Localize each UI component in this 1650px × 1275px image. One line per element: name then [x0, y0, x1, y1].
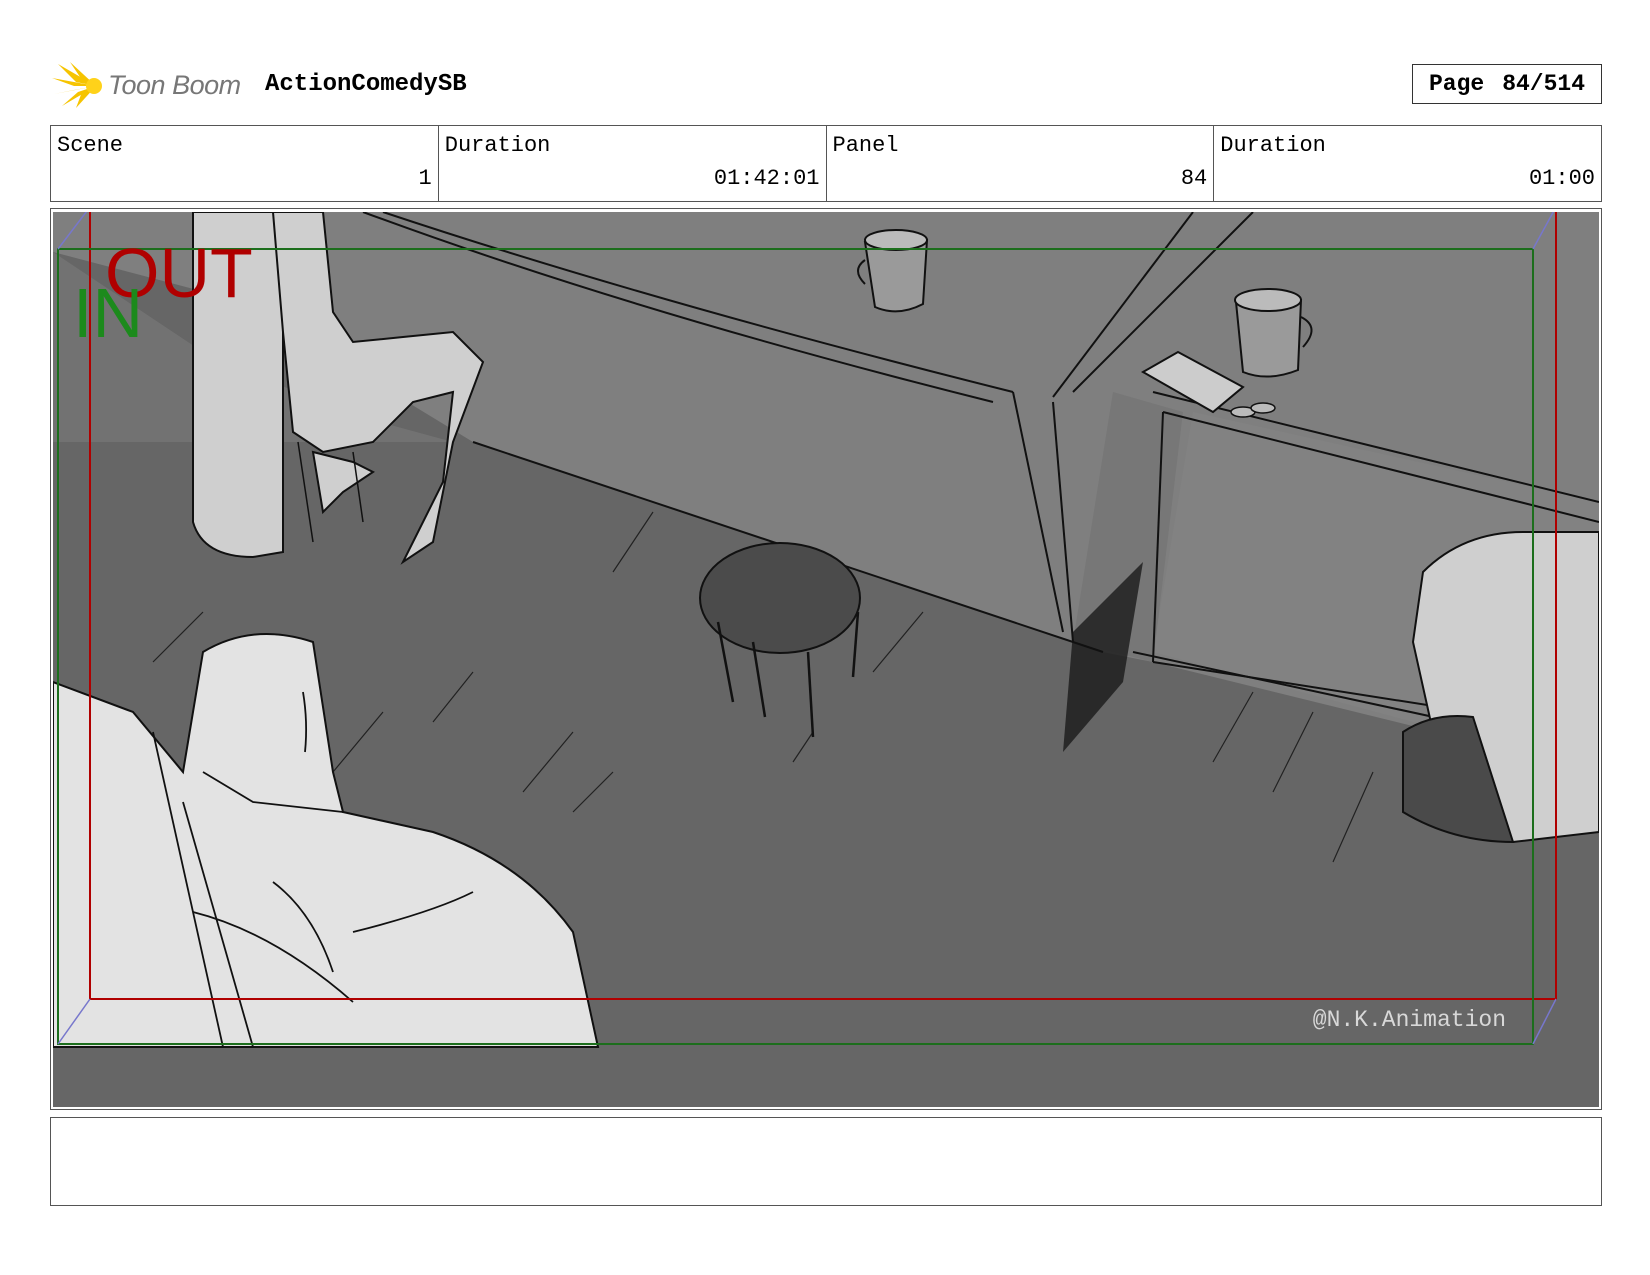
project-title: ActionComedySB — [265, 71, 467, 98]
storyboard-panel-image: OUT IN @N.K.Animation — [53, 212, 1599, 1107]
in-label: IN — [73, 274, 143, 352]
logo-text: Toon Boom — [108, 70, 241, 100]
panel-label: Panel — [832, 133, 899, 158]
scene-duration-label: Duration — [444, 133, 551, 158]
scene-duration-value: 01:42:01 — [713, 166, 820, 191]
panel-duration-cell: Duration 01:00 — [1214, 126, 1601, 201]
scene-label: Scene — [57, 133, 124, 158]
toon-boom-logo: Toon Boom — [50, 60, 250, 110]
page-label: Page — [1428, 71, 1485, 97]
scene-cell: Scene 1 — [51, 126, 439, 201]
watermark-text: @N.K.Animation — [1313, 1007, 1506, 1033]
scene-duration-cell: Duration 01:42:01 — [439, 126, 827, 201]
panel-info-table: Scene 1 Duration 01:42:01 Panel 84 Durat… — [50, 125, 1602, 202]
panel-duration-label: Duration — [1220, 133, 1326, 158]
panel-notes-box — [50, 1117, 1602, 1206]
panel-duration-value: 01:00 — [1528, 166, 1595, 191]
page-indicator: Page 84/514 — [1412, 64, 1602, 104]
scene-value: 1 — [418, 166, 432, 191]
page-header: Toon Boom ActionComedySB Page 84/514 — [50, 56, 1602, 114]
page-value: 84/514 — [1502, 71, 1586, 97]
panel-cell: Panel 84 — [827, 126, 1215, 201]
panel-sketch: OUT IN @N.K.Animation — [53, 212, 1599, 1107]
starburst-icon — [52, 62, 102, 108]
panel-value: 84 — [1180, 166, 1208, 191]
